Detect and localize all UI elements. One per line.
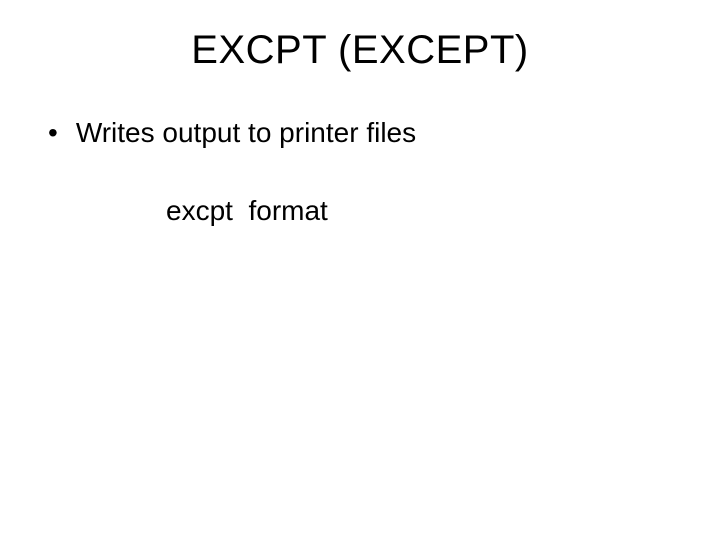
bullet-text: Writes output to printer files bbox=[76, 117, 416, 149]
bullet-item: • Writes output to printer files bbox=[48, 117, 684, 149]
sub-text: excpt format bbox=[166, 195, 684, 227]
bullet-marker: • bbox=[48, 119, 58, 147]
slide-title: EXCPT (EXCEPT) bbox=[36, 28, 684, 73]
slide-container: EXCPT (EXCEPT) • Writes output to printe… bbox=[0, 0, 720, 540]
